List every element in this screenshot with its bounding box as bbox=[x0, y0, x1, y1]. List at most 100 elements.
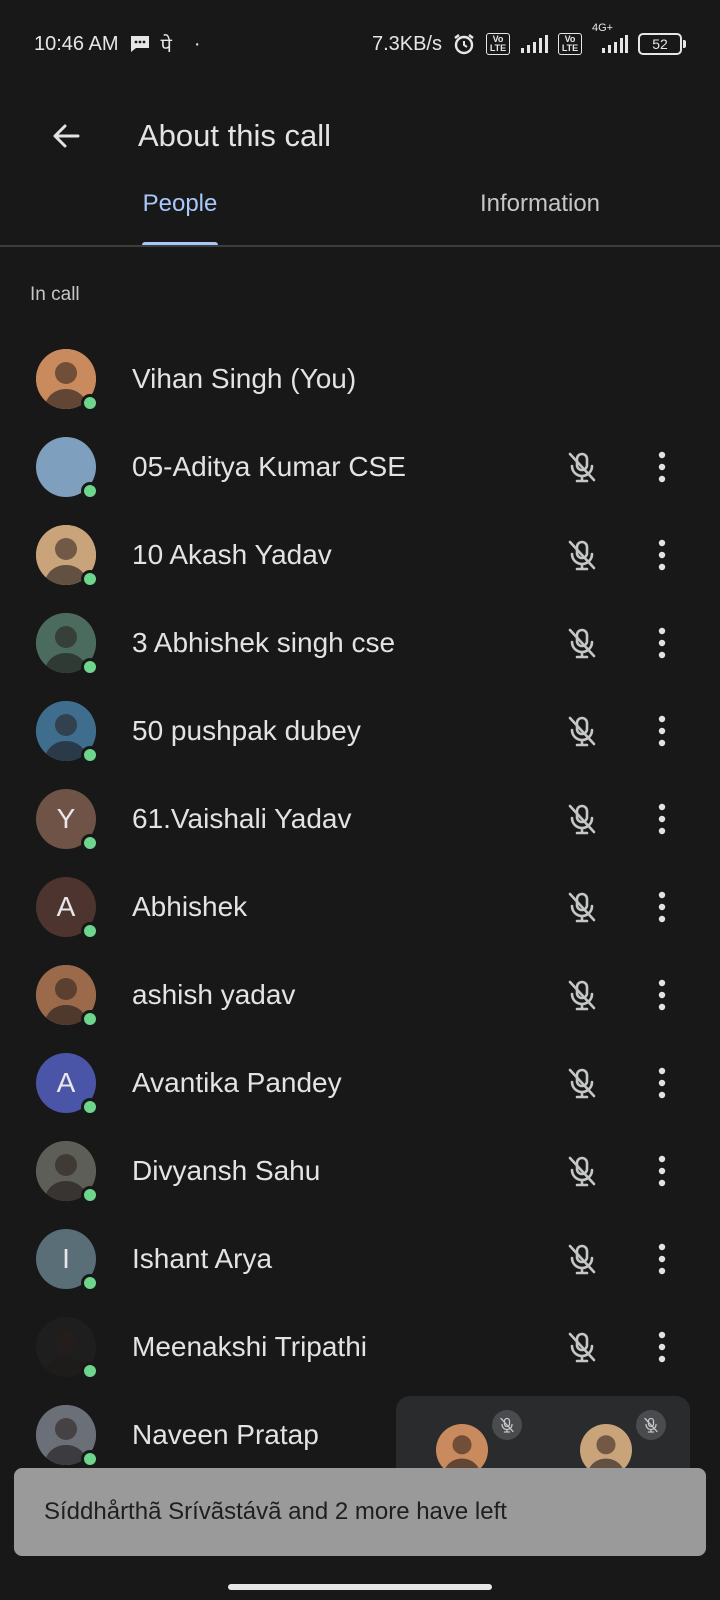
participant-actions bbox=[558, 707, 680, 755]
tab-information[interactable]: Information bbox=[360, 172, 720, 246]
more-vert-icon[interactable] bbox=[644, 1323, 680, 1371]
participant-row[interactable]: I Ishant Arya bbox=[0, 1215, 720, 1303]
avatar-wrapper bbox=[36, 349, 99, 412]
participant-row[interactable]: 3 Abhishek singh cse bbox=[0, 599, 720, 687]
participant-list: Vihan Singh (You) 05-Aditya Kumar CSE 10 A… bbox=[0, 335, 720, 1479]
participant-row[interactable]: ashish yadav bbox=[0, 951, 720, 1039]
avatar-wrapper: Y bbox=[36, 789, 99, 852]
volte-icon: Vo LTE bbox=[486, 33, 510, 55]
app-bar: About this call bbox=[0, 88, 720, 184]
avatar-wrapper bbox=[36, 1141, 99, 1204]
participant-row[interactable]: A Avantika Pandey bbox=[0, 1039, 720, 1127]
participant-row[interactable]: A Abhishek bbox=[0, 863, 720, 951]
avatar-wrapper bbox=[36, 525, 99, 588]
avatar-initial: A bbox=[56, 891, 76, 922]
avatar-wrapper bbox=[36, 437, 99, 500]
mic-off-icon[interactable] bbox=[558, 707, 606, 755]
battery-level: 52 bbox=[638, 33, 682, 55]
participant-row[interactable]: 50 pushpak dubey bbox=[0, 687, 720, 775]
more-vert-icon[interactable] bbox=[644, 443, 680, 491]
online-status-dot bbox=[81, 1450, 99, 1468]
avatar-initial: Y bbox=[56, 803, 76, 834]
status-hindi-glyph: पे bbox=[160, 34, 172, 57]
mic-off-icon[interactable] bbox=[558, 1147, 606, 1195]
more-vert-icon[interactable] bbox=[644, 1235, 680, 1283]
avatar-wrapper bbox=[36, 701, 99, 764]
signal-4g-icon: 4G+ bbox=[592, 22, 628, 54]
network-type: 4G+ bbox=[592, 22, 614, 34]
pip-mic-off-icon bbox=[492, 1410, 522, 1440]
page-title: About this call bbox=[138, 118, 331, 153]
back-button[interactable] bbox=[36, 106, 96, 166]
mic-off-icon[interactable] bbox=[558, 531, 606, 579]
toast-text: Síddhårthã Srívãstávã and 2 more have le… bbox=[44, 1498, 507, 1525]
participant-actions bbox=[558, 531, 680, 579]
mic-off-icon[interactable] bbox=[558, 1235, 606, 1283]
participant-row[interactable]: Vihan Singh (You) bbox=[0, 335, 720, 423]
battery-icon: 52 bbox=[638, 33, 686, 55]
avatar-wrapper bbox=[36, 965, 99, 1028]
online-status-dot bbox=[81, 1274, 99, 1292]
online-status-dot bbox=[81, 1186, 99, 1204]
participant-name: Meenakshi Tripathi bbox=[132, 1331, 368, 1362]
participant-actions bbox=[558, 619, 680, 667]
section-label-in-call: In call bbox=[30, 284, 80, 305]
participant-actions bbox=[558, 443, 680, 491]
online-status-dot bbox=[81, 482, 99, 500]
volte-icon-2: Vo LTE bbox=[558, 33, 582, 55]
avatar-wrapper: A bbox=[36, 877, 99, 940]
mic-off-icon[interactable] bbox=[558, 1059, 606, 1107]
status-bar: 10:46 AM पे · 7.3KB/s Vo LTE Vo LTE 4G+ … bbox=[0, 0, 720, 88]
online-status-dot bbox=[81, 1098, 99, 1116]
online-status-dot bbox=[81, 746, 99, 764]
more-vert-icon[interactable] bbox=[644, 971, 680, 1019]
online-status-dot bbox=[81, 1362, 99, 1380]
signal-icon bbox=[520, 34, 548, 54]
participant-name: Ishant Arya bbox=[132, 1243, 273, 1274]
participant-row[interactable]: Y 61.Vaishali Yadav bbox=[0, 775, 720, 863]
gesture-navigation-bar[interactable] bbox=[228, 1584, 492, 1590]
online-status-dot bbox=[81, 834, 99, 852]
participant-name: Vihan Singh (You) bbox=[132, 363, 357, 394]
participant-actions bbox=[558, 795, 680, 843]
participant-name: 10 Akash Yadav bbox=[132, 539, 332, 570]
avatar-wrapper bbox=[36, 1317, 99, 1380]
more-vert-icon[interactable] bbox=[644, 883, 680, 931]
participant-row[interactable]: 05-Aditya Kumar CSE bbox=[0, 423, 720, 511]
network-speed: 7.3KB/s bbox=[371, 32, 442, 55]
mic-off-icon[interactable] bbox=[558, 971, 606, 1019]
mic-off-icon[interactable] bbox=[558, 795, 606, 843]
participant-row[interactable]: 10 Akash Yadav bbox=[0, 511, 720, 599]
more-vert-icon[interactable] bbox=[644, 619, 680, 667]
online-status-dot bbox=[81, 922, 99, 940]
online-status-dot bbox=[81, 570, 99, 588]
more-vert-icon[interactable] bbox=[644, 795, 680, 843]
more-vert-icon[interactable] bbox=[644, 707, 680, 755]
message-icon bbox=[129, 34, 151, 54]
participant-actions bbox=[558, 971, 680, 1019]
participant-name: 05-Aditya Kumar CSE bbox=[132, 451, 406, 482]
participant-row[interactable]: Meenakshi Tripathi bbox=[0, 1303, 720, 1391]
status-dot: · bbox=[193, 32, 201, 55]
online-status-dot bbox=[81, 658, 99, 676]
mic-off-icon[interactable] bbox=[558, 1323, 606, 1371]
avatar-wrapper bbox=[36, 1405, 99, 1468]
participant-name: Naveen Pratap bbox=[132, 1419, 319, 1450]
participant-actions bbox=[558, 1147, 680, 1195]
participant-name: Abhishek bbox=[132, 891, 248, 922]
tabs-divider bbox=[0, 245, 720, 247]
more-vert-icon[interactable] bbox=[644, 1059, 680, 1107]
more-vert-icon[interactable] bbox=[644, 1147, 680, 1195]
mic-off-icon[interactable] bbox=[558, 883, 606, 931]
participant-actions bbox=[558, 1059, 680, 1107]
participant-actions bbox=[558, 1323, 680, 1371]
tab-people[interactable]: People bbox=[0, 172, 360, 246]
participant-row[interactable]: Divyansh Sahu bbox=[0, 1127, 720, 1215]
mic-off-icon[interactable] bbox=[558, 443, 606, 491]
participant-actions bbox=[558, 1235, 680, 1283]
more-vert-icon[interactable] bbox=[644, 531, 680, 579]
mic-off-icon[interactable] bbox=[558, 619, 606, 667]
participant-name: 61.Vaishali Yadav bbox=[132, 803, 352, 834]
avatar-wrapper: I bbox=[36, 1229, 99, 1292]
avatar-initial: A bbox=[56, 1067, 76, 1098]
